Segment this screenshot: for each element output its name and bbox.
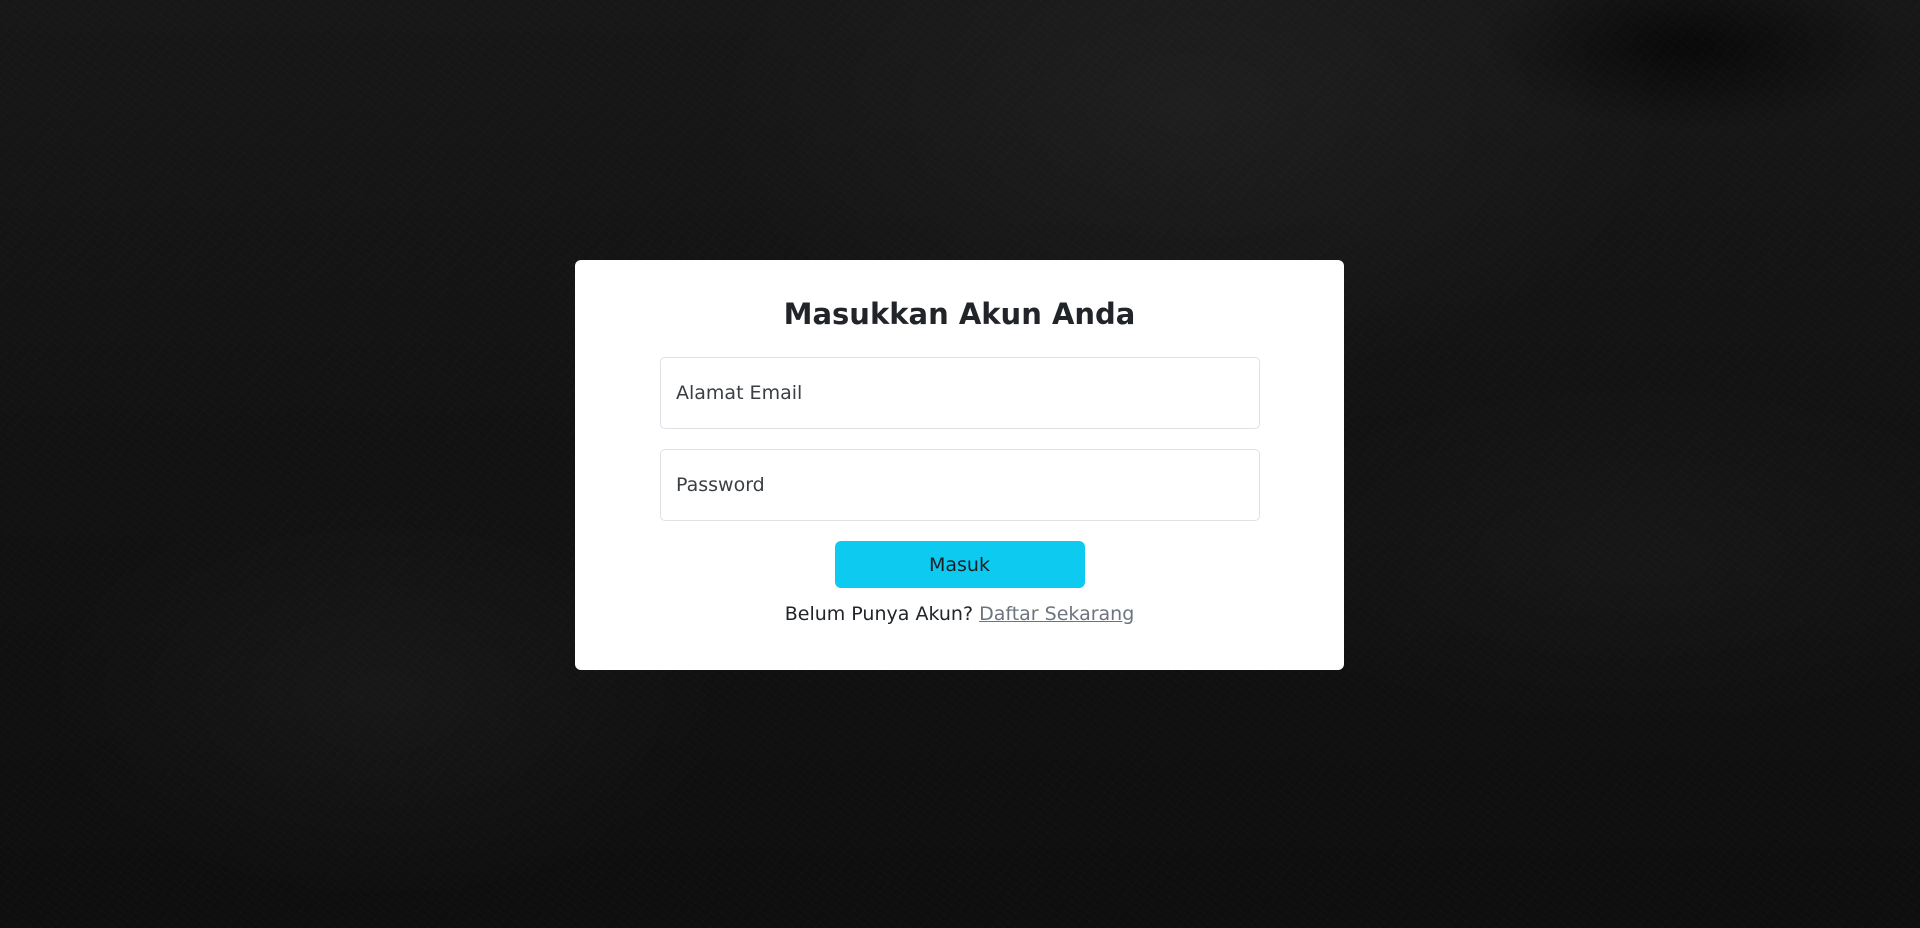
login-button[interactable]: Masuk xyxy=(834,541,1085,588)
password-field[interactable] xyxy=(660,449,1260,521)
register-link[interactable]: Daftar Sekarang xyxy=(979,603,1134,625)
register-prompt-row: Belum Punya Akun? Daftar Sekarang xyxy=(660,603,1259,625)
submit-row: Masuk xyxy=(660,541,1259,588)
email-field[interactable] xyxy=(660,357,1260,429)
login-title: Masukkan Akun Anda xyxy=(783,297,1136,331)
login-card: Masukkan Akun Anda Masuk Belum Punya Aku… xyxy=(575,260,1344,670)
register-prompt-text: Belum Punya Akun? xyxy=(784,603,974,625)
